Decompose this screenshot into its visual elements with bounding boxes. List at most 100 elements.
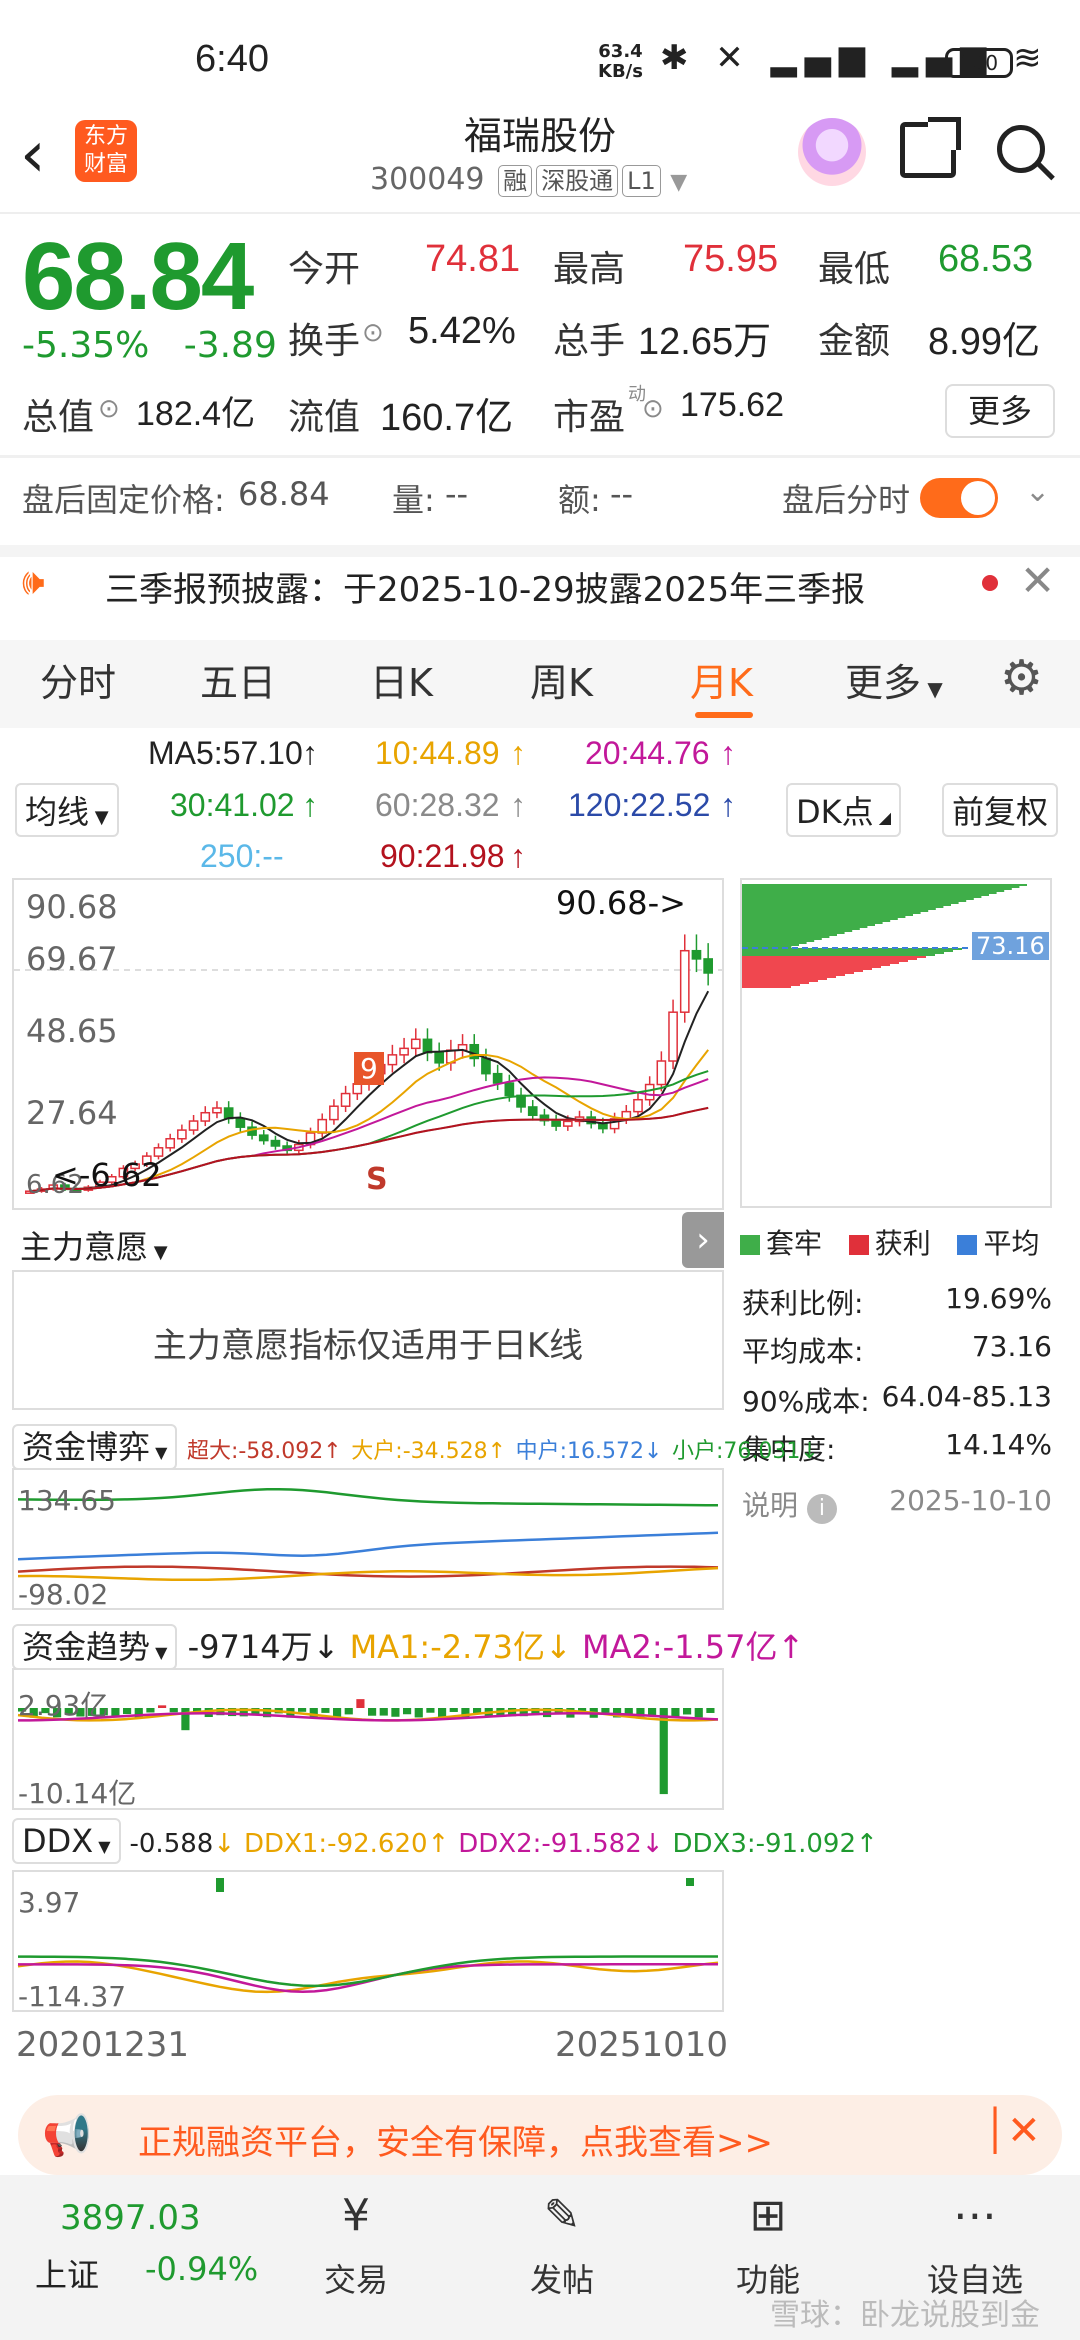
legend-trapped: 套牢 bbox=[766, 1227, 823, 1260]
candle-body bbox=[492, 1072, 503, 1084]
trend-bar bbox=[298, 1708, 307, 1712]
trade-icon[interactable]: ¥ bbox=[296, 2190, 416, 2241]
candle-body bbox=[703, 958, 713, 974]
after-hours-toggle[interactable] bbox=[920, 478, 998, 518]
adjust-button[interactable]: 前复权 bbox=[942, 783, 1059, 837]
index-change[interactable]: -0.94% bbox=[145, 2250, 258, 2288]
pe-label: 市盈 bbox=[553, 397, 626, 438]
candle-body bbox=[223, 1107, 234, 1120]
ma60-value: 60:28.32 bbox=[375, 787, 500, 823]
notice-text[interactable]: 三季报预披露：于2025-10-29披露2025年三季报 bbox=[105, 562, 865, 611]
candle-body bbox=[329, 1105, 339, 1121]
ddx-selector[interactable]: DDX ▼ bbox=[12, 1818, 121, 1864]
tab-monthly-k[interactable]: 月K bbox=[690, 652, 753, 707]
close-icon[interactable]: ✕ bbox=[1020, 556, 1055, 605]
fund-game-selector[interactable]: 资金博弈 ▼ bbox=[12, 1424, 178, 1470]
search-icon[interactable] bbox=[997, 125, 1045, 173]
chip-bar-trapped bbox=[742, 918, 898, 920]
assistant-avatar[interactable] bbox=[798, 118, 866, 186]
ad-text[interactable]: 正规融资平台，安全有保障，点我查看>> bbox=[138, 2115, 773, 2164]
trend-bar bbox=[449, 1708, 458, 1712]
after-amt-value: -- bbox=[610, 475, 634, 513]
ddx-header: DDX ▼ -0.588↓ DDX1:-92.620↑ DDX2:-91.582… bbox=[12, 1818, 878, 1864]
info-icon[interactable]: ⊙ bbox=[98, 394, 120, 424]
fund-game-selector-label: 资金博弈 bbox=[22, 1428, 151, 1466]
chip-bar-profit bbox=[742, 966, 881, 968]
chip-bar-trapped bbox=[742, 894, 989, 896]
chip-bar-profit bbox=[742, 954, 935, 956]
fund-trend-header: 资金趋势 ▼ -9714万↓ MA1:-2.73亿↓ MA2:-1.57亿↑ bbox=[12, 1622, 805, 1670]
intent-selector[interactable]: 主力意愿 ▼ bbox=[12, 1220, 176, 1270]
current-price: 68.84 bbox=[22, 223, 254, 330]
index-value[interactable]: 3897.03 bbox=[60, 2198, 201, 2238]
chip-bar-trapped bbox=[742, 924, 875, 926]
more-dots-icon[interactable]: ⋯ bbox=[915, 2190, 1035, 2241]
turnover-value: 5.42% bbox=[408, 310, 516, 352]
candle-body bbox=[691, 949, 702, 960]
arrow-down-icon: ↓ bbox=[800, 1439, 819, 1464]
ft-y-top: 2.93亿 bbox=[18, 1689, 109, 1722]
info-icon[interactable]: ⊙ bbox=[362, 318, 384, 348]
chip-bar-trapped bbox=[742, 892, 997, 894]
ma20-value: 20:44.76 bbox=[585, 735, 710, 771]
gear-icon[interactable]: ⚙ bbox=[1000, 650, 1043, 706]
chevron-down-icon[interactable]: ▼ bbox=[670, 170, 687, 195]
arrow-up-icon: ↑ bbox=[302, 735, 318, 771]
post-icon[interactable]: ✎ bbox=[502, 2190, 622, 2241]
ddx-y-bottom: -114.37 bbox=[18, 1980, 127, 2013]
unread-dot bbox=[982, 575, 998, 591]
intent-selector-label: 主力意愿 bbox=[20, 1228, 149, 1266]
chevron-down-icon[interactable]: ⌄ bbox=[1025, 474, 1050, 509]
more-button[interactable]: 更多 bbox=[945, 384, 1055, 438]
chip-bar-trapped bbox=[742, 898, 974, 900]
chip-bar-profit bbox=[742, 976, 836, 978]
fund-trend-selector[interactable]: 资金趋势 ▼ bbox=[12, 1624, 178, 1670]
chip-bar-trapped bbox=[742, 934, 837, 936]
ma-selector[interactable]: 均线 ▼ bbox=[15, 783, 119, 837]
kline-chart[interactable]: 90.68 69.67 48.65 27.64 6.62 90.68-> <-6… bbox=[12, 878, 724, 1210]
dk-point-button[interactable]: DK点 ◢ bbox=[786, 783, 902, 837]
tab-five-day[interactable]: 五日 bbox=[200, 652, 276, 707]
candle-body bbox=[270, 1139, 281, 1147]
info-icon[interactable]: ⊙ bbox=[642, 394, 664, 424]
chip-bar-trapped bbox=[742, 908, 936, 910]
tab-intraday[interactable]: 分时 bbox=[40, 652, 116, 707]
tag-margin: 融 bbox=[498, 165, 533, 197]
nav-post[interactable]: 发帖 bbox=[502, 2255, 622, 2301]
chip-bar-profit bbox=[742, 974, 845, 976]
fund-small: 小户:76.031 bbox=[672, 1439, 801, 1464]
tab-daily-k[interactable]: 日K bbox=[370, 652, 433, 707]
nav-trade[interactable]: 交易 bbox=[296, 2255, 416, 2301]
expand-chip-button[interactable]: › bbox=[682, 1212, 724, 1268]
chip-legend: 套牢 获利 平均 bbox=[740, 1222, 1039, 1262]
peak-label: 90.68-> bbox=[556, 884, 686, 922]
ddx-selector-label: DDX bbox=[22, 1822, 94, 1860]
stat-value: 64.04-85.13 bbox=[881, 1380, 1052, 1413]
tab-weekly-k[interactable]: 周K bbox=[530, 652, 593, 707]
stat-note-row[interactable]: 说明 i 2025-10-10 bbox=[742, 1484, 1052, 1524]
trend-bar bbox=[158, 1705, 167, 1709]
trend-bar bbox=[321, 1708, 330, 1713]
stat-profit-ratio: 获利比例: 19.69% bbox=[742, 1282, 1052, 1322]
tag-level: L1 bbox=[622, 165, 661, 197]
arrow-up-icon: ↑ bbox=[777, 1628, 805, 1666]
fg-y-bottom: -98.02 bbox=[18, 1578, 109, 1611]
after-toggle-label: 盘后分时 bbox=[782, 481, 911, 519]
chip-bar-profit bbox=[742, 952, 944, 954]
candle-body bbox=[679, 949, 690, 1013]
tab-more[interactable]: 更多 ▼ bbox=[845, 652, 943, 707]
function-icon[interactable]: ⊞ bbox=[708, 2190, 828, 2241]
arrow-up-icon: ↑ bbox=[855, 1829, 878, 1859]
status-bar: 6:40 63.4 KB/s ✱ ✕ ▂▄▆ ▂▄▆ ≋ 100 bbox=[0, 0, 1080, 120]
trend-bar bbox=[169, 1708, 178, 1713]
legend-avg-swatch bbox=[957, 1235, 978, 1255]
close-icon[interactable]: │✕ bbox=[983, 2108, 1041, 2154]
stock-code: 300049 bbox=[370, 162, 485, 197]
fund-small-line bbox=[17, 1487, 719, 1507]
index-name[interactable]: 上证 bbox=[35, 2250, 99, 2296]
caret-down-icon: ▼ bbox=[89, 807, 109, 828]
chip-bar-trapped bbox=[742, 914, 913, 916]
caret-down-icon: ▼ bbox=[150, 1643, 168, 1662]
caret-down-icon: ▼ bbox=[150, 1443, 168, 1462]
share-icon[interactable] bbox=[900, 117, 961, 178]
